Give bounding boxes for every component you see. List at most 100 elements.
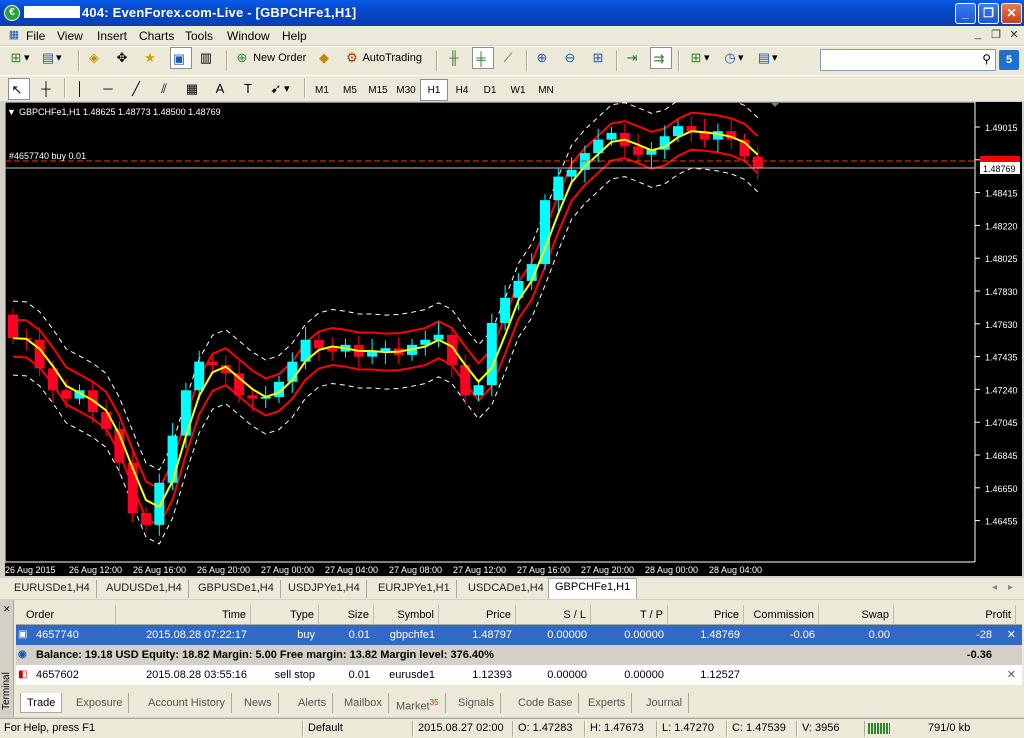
- terminal-toggle-button[interactable]: ▣: [170, 47, 192, 69]
- navigator-button[interactable]: ✥: [114, 47, 130, 69]
- market-watch-button[interactable]: ◈: [86, 47, 102, 69]
- arrows-button[interactable]: ➹ ▾: [268, 78, 290, 100]
- chart-shift-button[interactable]: ⇥: [624, 47, 640, 69]
- fibonacci-button[interactable]: ▦: [184, 78, 200, 100]
- text-label-button[interactable]: T: [240, 78, 256, 100]
- metaeditor-button[interactable]: ◆: [316, 47, 332, 69]
- timeframe-h1[interactable]: H1: [420, 79, 448, 101]
- menu-tools[interactable]: Tools: [185, 29, 213, 43]
- chart-header-arrow: ▼: [7, 107, 16, 117]
- col-swap[interactable]: Swap: [819, 605, 894, 625]
- menu-insert[interactable]: Insert: [97, 29, 127, 43]
- menu-view[interactable]: View: [57, 29, 83, 43]
- indicators-button[interactable]: ⊞ ▾: [688, 47, 710, 69]
- search-icon[interactable]: ⚲: [982, 52, 991, 66]
- chart-canvas[interactable]: 1.490151.486151.484151.482201.480251.478…: [4, 93, 1022, 576]
- cursor-tool-button[interactable]: ↖: [8, 78, 30, 100]
- close-order-icon[interactable]: ✕: [1007, 625, 1016, 645]
- menu-window[interactable]: Window: [227, 29, 270, 43]
- templates-button[interactable]: ▤ ▾: [756, 47, 778, 69]
- terminal-tab-journal[interactable]: Journal: [640, 693, 690, 713]
- chart-tab-audusde1-h4[interactable]: AUDUSDe1,H4: [100, 580, 189, 598]
- chart-tab-gbpchfe1-h1[interactable]: GBPCHFe1,H1: [548, 578, 638, 599]
- delete-pending-icon[interactable]: ✕: [1007, 665, 1016, 685]
- equidistant-channel-button[interactable]: ⫽: [156, 78, 172, 100]
- col-commission[interactable]: Commission: [744, 605, 819, 625]
- chart-tab-usdjpye1-h4[interactable]: USDJPYe1,H4: [282, 580, 367, 598]
- terminal-tab-trade[interactable]: Trade: [20, 693, 63, 713]
- terminal-tab-alerts[interactable]: Alerts: [292, 693, 334, 713]
- terminal-tab-exposure[interactable]: Exposure: [70, 693, 130, 713]
- crosshair-tool-button[interactable]: ┼: [38, 78, 54, 100]
- terminal-tab-code-base[interactable]: Code Base: [512, 693, 580, 713]
- profiles-button[interactable]: ▤ ▾: [40, 47, 62, 69]
- mdi-close-icon[interactable]: ✕: [1006, 28, 1022, 42]
- terminal-tab-experts[interactable]: Experts: [582, 693, 633, 713]
- col-tp[interactable]: T / P: [591, 605, 668, 625]
- minimize-button[interactable]: _: [955, 3, 976, 24]
- timeframe-d1[interactable]: D1: [476, 79, 504, 101]
- pending-order-row[interactable]: ◧ 4657602 2015.08.28 03:55:16 sell stop …: [16, 665, 1022, 685]
- col-type[interactable]: Type: [251, 605, 319, 625]
- timeframe-m30[interactable]: M30: [392, 79, 420, 101]
- autotrading-button[interactable]: ⚙ AutoTrading: [344, 47, 422, 69]
- col-price[interactable]: Price: [439, 605, 516, 625]
- line-chart-button[interactable]: ⟋: [500, 47, 516, 69]
- menu-charts[interactable]: Charts: [139, 29, 174, 43]
- favorites-button[interactable]: ★: [142, 47, 158, 69]
- order-swap: 0.00: [868, 629, 890, 641]
- price-axis-label: 1.49015: [985, 123, 1018, 133]
- chart-tab-eurusde1-h4[interactable]: EURUSDe1,H4: [8, 580, 97, 598]
- autoscroll-button[interactable]: ⇉: [650, 47, 672, 69]
- timeframe-m1[interactable]: M1: [308, 79, 336, 101]
- connection-status-icon[interactable]: [868, 723, 890, 734]
- tab-scroll-left-icon[interactable]: ◂: [992, 582, 997, 593]
- timeframe-m5[interactable]: M5: [336, 79, 364, 101]
- col-order[interactable]: Order: [16, 605, 116, 625]
- mdi-minimize-icon[interactable]: _: [970, 28, 986, 42]
- timeframe-w1[interactable]: W1: [504, 79, 532, 101]
- timeframe-h4[interactable]: H4: [448, 79, 476, 101]
- periods-button[interactable]: ◷ ▾: [722, 47, 743, 69]
- terminal-tab-mailbox[interactable]: Mailbox: [338, 693, 389, 713]
- col-size[interactable]: Size: [319, 605, 374, 625]
- search-input[interactable]: ⚲: [820, 49, 996, 71]
- col-sl[interactable]: S / L: [516, 605, 591, 625]
- text-tool-button[interactable]: A: [212, 78, 228, 100]
- timeframe-mn[interactable]: MN: [532, 79, 560, 101]
- zoom-in-button[interactable]: ⊕: [534, 47, 550, 69]
- terminal-tab-account-history[interactable]: Account History: [142, 693, 233, 713]
- terminal-tab-market[interactable]: Market35: [390, 693, 446, 713]
- trendline-button[interactable]: ╱: [128, 78, 144, 100]
- mdi-restore-icon[interactable]: ❐: [988, 28, 1004, 42]
- tile-windows-button[interactable]: ⊞: [590, 47, 606, 69]
- col-current-price[interactable]: Price: [668, 605, 744, 625]
- timeframe-m15[interactable]: M15: [364, 79, 392, 101]
- chart-window-icon[interactable]: ▦: [6, 27, 22, 43]
- tester-button[interactable]: ▥: [198, 47, 214, 69]
- chart-tab-gbpusde1-h4[interactable]: GBPUSDe1,H4: [192, 580, 281, 598]
- menu-help[interactable]: Help: [282, 29, 307, 43]
- chart-tab-usdcade1-h4[interactable]: USDCADe1,H4: [462, 580, 551, 598]
- col-profit[interactable]: Profit: [894, 605, 1016, 625]
- price-chart[interactable]: 1.490151.486151.484151.482201.480251.478…: [4, 93, 1022, 576]
- horizontal-line-button[interactable]: ─: [100, 78, 116, 100]
- col-time[interactable]: Time: [116, 605, 251, 625]
- close-button[interactable]: ✕: [1001, 3, 1022, 24]
- terminal-tab-news[interactable]: News: [238, 693, 279, 713]
- mql5-community-icon[interactable]: 5: [999, 50, 1019, 70]
- tab-scroll-right-icon[interactable]: ▸: [1008, 582, 1013, 593]
- terminal-tab-signals[interactable]: Signals: [452, 693, 502, 713]
- new-chart-button[interactable]: ⊞ ▾: [8, 47, 30, 69]
- chart-tab-eurjpye1-h1[interactable]: EURJPYe1,H1: [372, 580, 457, 598]
- terminal-close-icon[interactable]: ✕: [3, 604, 11, 615]
- restore-button[interactable]: ❐: [978, 3, 999, 24]
- col-symbol[interactable]: Symbol: [374, 605, 439, 625]
- candlestick-button[interactable]: ╪: [472, 47, 494, 69]
- vertical-line-button[interactable]: │: [72, 78, 88, 100]
- zoom-out-button[interactable]: ⊖: [562, 47, 578, 69]
- new-order-button[interactable]: ⊕ New Order: [234, 47, 307, 69]
- bar-chart-button[interactable]: ╫: [446, 47, 462, 69]
- order-row[interactable]: ▣ 4657740 2015.08.28 07:22:17 buy 0.01 g…: [16, 625, 1022, 645]
- menu-file[interactable]: File: [26, 29, 45, 43]
